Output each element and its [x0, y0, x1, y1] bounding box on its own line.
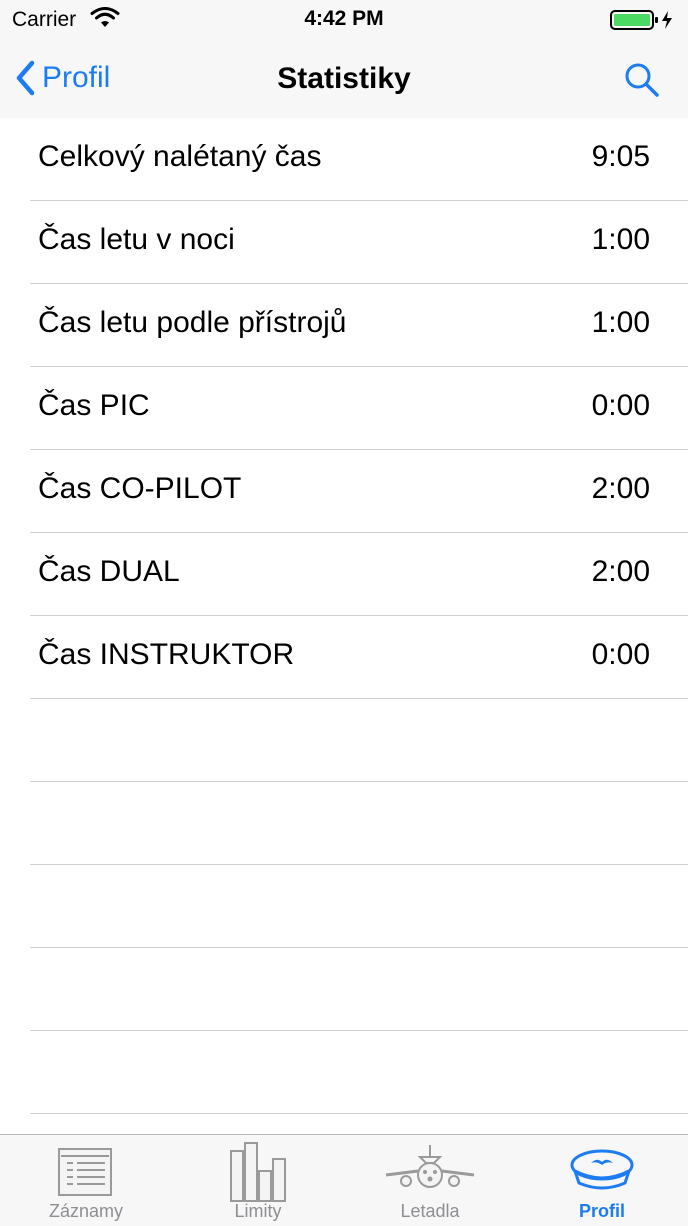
tab-profil[interactable]: Profil	[516, 1135, 688, 1226]
stat-label: Čas INSTRUKTOR	[38, 638, 295, 671]
tab-limity[interactable]: Limity	[172, 1135, 344, 1226]
stat-value: 0:00	[591, 638, 650, 671]
tab-letadla[interactable]: Letadla	[344, 1135, 516, 1226]
status-bar: Carrier 4:42 PM	[0, 0, 688, 40]
empty-row	[30, 1031, 688, 1114]
stat-row-instrument-time[interactable]: Čas letu podle přístrojů 1:00	[30, 284, 688, 367]
tab-zaznamy[interactable]: Záznamy	[0, 1135, 172, 1226]
stat-value: 2:00	[591, 472, 650, 505]
airplane-icon	[385, 1145, 475, 1188]
stat-row-instructor-time[interactable]: Čas INSTRUKTOR 0:00	[30, 616, 688, 699]
stat-label: Celkový nalétaný čas	[38, 140, 322, 173]
stat-value: 1:00	[591, 223, 650, 256]
navigation-bar: Profil Statistiky	[0, 40, 688, 118]
tab-label: Záznamy	[48, 1201, 124, 1221]
tab-bar: Záznamy Limity Letadla Profil	[0, 1134, 688, 1226]
stat-value: 9:05	[591, 140, 650, 173]
tab-label: Letadla	[400, 1201, 460, 1221]
stat-value: 0:00	[591, 389, 650, 422]
list-icon	[58, 1148, 112, 1196]
empty-row	[30, 865, 688, 948]
empty-row	[30, 782, 688, 865]
stat-row-pic-time[interactable]: Čas PIC 0:00	[30, 367, 688, 450]
battery-icon	[610, 10, 672, 30]
pilot-cap-icon	[570, 1149, 634, 1190]
empty-row	[30, 948, 688, 1031]
page-title: Statistiky	[277, 62, 411, 95]
stat-label: Čas PIC	[38, 389, 150, 422]
tab-label: Limity	[234, 1201, 282, 1221]
stat-row-total-time[interactable]: Celkový nalétaný čas 9:05	[30, 118, 688, 201]
stat-label: Čas DUAL	[38, 555, 180, 588]
stat-label: Čas CO-PILOT	[38, 472, 242, 505]
status-time: 4:42 PM	[304, 7, 384, 30]
search-icon[interactable]	[622, 60, 662, 100]
stat-label: Čas letu v noci	[38, 223, 235, 256]
stat-row-copilot-time[interactable]: Čas CO-PILOT 2:00	[30, 450, 688, 533]
bar-chart-icon	[230, 1142, 286, 1202]
stat-value: 2:00	[591, 555, 650, 588]
empty-row	[30, 699, 688, 782]
stat-row-dual-time[interactable]: Čas DUAL 2:00	[30, 533, 688, 616]
stat-row-night-time[interactable]: Čas letu v noci 1:00	[30, 201, 688, 284]
stat-value: 1:00	[591, 306, 650, 339]
tab-label: Profil	[578, 1201, 625, 1221]
statistics-list: Celkový nalétaný čas 9:05 Čas letu v noc…	[0, 118, 688, 1114]
stat-label: Čas letu podle přístrojů	[38, 306, 347, 339]
